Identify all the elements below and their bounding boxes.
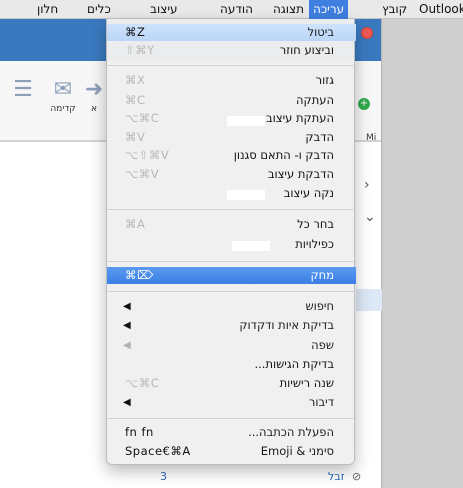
edit-menu: ביטול ⌘Z וביצוע חוזר ⇧⌘Y גזור ⌘X העתקה ⌘… xyxy=(106,19,356,465)
menu-item-undo[interactable]: ביטול ⌘Z xyxy=(107,24,356,41)
chevron-down-icon[interactable]: ⌄ xyxy=(364,209,376,225)
menu-item-start-dictation[interactable]: הפעלת הכתבה... fn fn xyxy=(107,424,356,441)
menu-item-find[interactable]: חיפוש ◀ xyxy=(107,298,356,315)
menu-item-speech[interactable]: דיבור ◀ xyxy=(107,394,356,411)
ribbon-partial-button[interactable]: ➜ א xyxy=(82,77,106,125)
menubar-outlook[interactable]: Outlook xyxy=(415,0,463,19)
menu-item-paste[interactable]: הדבק ⌘V xyxy=(107,129,356,146)
render-artifact xyxy=(227,190,265,200)
menu-item-paste-match-style[interactable]: הדבק ו- התאם סגנון ⌥⇧⌘V xyxy=(107,147,356,164)
menu-item-delete[interactable]: מחק ⌘⌦ xyxy=(107,267,356,284)
partial-label: א xyxy=(90,104,98,114)
forward-label: קדימה xyxy=(50,104,76,114)
submenu-arrow-icon: ◀ xyxy=(123,320,131,331)
render-artifact xyxy=(232,241,270,251)
close-window-icon[interactable] xyxy=(361,27,373,39)
ribbon-forward-button[interactable]: ✉ קדימה xyxy=(46,77,80,125)
add-icon[interactable]: + xyxy=(358,98,370,110)
menu-item-redo[interactable]: וביצוע חוזר ⇧⌘Y xyxy=(107,42,356,59)
menubar-format[interactable]: עיצוב xyxy=(146,0,182,19)
menu-item-paste-format[interactable]: הדבקת עיצוב ⌥⌘V xyxy=(107,166,356,183)
ribbon-attach-button[interactable]: ☰ xyxy=(6,77,40,125)
forward-envelope-icon: ✉ xyxy=(53,77,73,102)
menubar-view[interactable]: תצוגה xyxy=(269,0,308,19)
menu-item-spelling-grammar[interactable]: בדיקת איות ודקדוק ◀ xyxy=(107,317,356,334)
menu-item-copy[interactable]: העתקה ⌘C xyxy=(107,92,356,109)
arrow-icon: ➜ xyxy=(84,77,104,102)
folder-count: 3 xyxy=(160,470,167,483)
menu-item-language[interactable]: שפה ◀ xyxy=(107,337,356,354)
menubar-window[interactable]: חלון xyxy=(33,0,62,19)
render-artifact xyxy=(227,116,265,126)
desktop-area xyxy=(383,19,463,488)
submenu-arrow-icon: ◀ xyxy=(123,301,131,312)
menu-separator xyxy=(107,418,356,419)
menubar-tools[interactable]: כלים xyxy=(83,0,115,19)
menu-bar: Outlook קובץ עריכה תצוגה הודעה עיצוב כלי… xyxy=(0,0,463,19)
menu-item-accessibility-check[interactable]: בדיקת הגישות... xyxy=(107,356,356,373)
list-icon: ☰ xyxy=(13,77,33,102)
menu-separator xyxy=(107,209,356,210)
menubar-message[interactable]: הודעה xyxy=(216,0,257,19)
submenu-arrow-icon: ◀ xyxy=(123,397,131,408)
menu-separator xyxy=(107,65,356,66)
menu-separator xyxy=(107,291,356,292)
trash-icon: ⊘ xyxy=(352,470,362,483)
folder-name: זבל xyxy=(328,470,345,483)
menu-item-change-case[interactable]: שנה רישיות ⌥⌘C xyxy=(107,375,356,392)
menu-item-emoji-symbols[interactable]: Emoji & סימני Space€⌘A xyxy=(107,443,356,460)
junk-folder-row[interactable]: 3 זבל ⊘ xyxy=(152,466,382,488)
menu-item-select-all[interactable]: בחר כל ⌘A xyxy=(107,216,356,233)
menubar-edit[interactable]: עריכה xyxy=(309,0,349,19)
menu-separator xyxy=(107,261,356,262)
submenu-arrow-icon: ◀ xyxy=(123,340,131,351)
menubar-file[interactable]: קובץ xyxy=(378,0,411,19)
selected-folder-strip xyxy=(356,289,382,311)
chevron-right-icon[interactable]: › xyxy=(364,177,370,193)
menu-item-cut[interactable]: גזור ⌘X xyxy=(107,72,356,89)
